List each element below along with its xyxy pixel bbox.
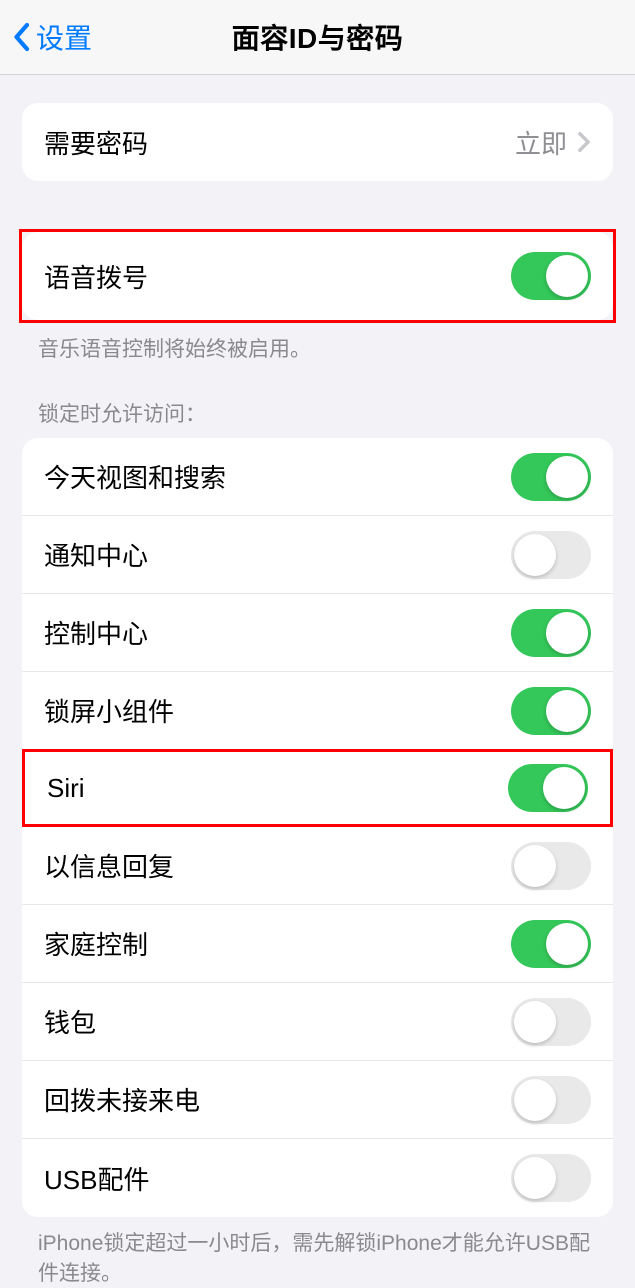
lock-screen-widgets-label: 锁屏小组件 [44, 692, 174, 729]
reply-with-message-label: 以信息回复 [44, 847, 174, 884]
voice-dial-toggle[interactable] [511, 252, 591, 300]
return-missed-calls-toggle[interactable] [511, 1076, 591, 1124]
back-chevron-icon [12, 22, 30, 52]
navigation-bar: 设置 面容ID与密码 [0, 0, 635, 75]
chevron-right-icon [577, 131, 591, 153]
usb-accessories-toggle[interactable] [511, 1154, 591, 1202]
require-passcode-row[interactable]: 需要密码 立即 [22, 103, 613, 181]
usb-accessories-row: USB配件 [22, 1139, 613, 1217]
reply-with-message-toggle[interactable] [511, 842, 591, 890]
home-control-row: 家庭控制 [22, 905, 613, 983]
require-passcode-group: 需要密码 立即 [22, 103, 613, 181]
back-button[interactable]: 设置 [12, 17, 92, 57]
home-control-label: 家庭控制 [44, 925, 148, 962]
voice-dial-label: 语音拨号 [44, 258, 148, 295]
notification-center-label: 通知中心 [44, 536, 148, 573]
wallet-row: 钱包 [22, 983, 613, 1061]
page-title: 面容ID与密码 [232, 17, 404, 57]
voice-dial-highlight: 语音拨号 [19, 229, 616, 323]
home-control-toggle[interactable] [511, 920, 591, 968]
siri-label: Siri [47, 773, 85, 804]
control-center-toggle[interactable] [511, 609, 591, 657]
reply-with-message-row: 以信息回复 [22, 827, 613, 905]
today-view-label: 今天视图和搜索 [44, 458, 226, 495]
notification-center-row: 通知中心 [22, 516, 613, 594]
siri-row: Siri [22, 749, 613, 827]
voice-dial-footer: 音乐语音控制将始终被启用。 [0, 323, 635, 364]
voice-dial-group: 语音拨号 [22, 232, 613, 320]
require-passcode-label: 需要密码 [44, 124, 148, 161]
return-missed-calls-row: 回拨未接来电 [22, 1061, 613, 1139]
notification-center-toggle[interactable] [511, 531, 591, 579]
lock-screen-widgets-toggle[interactable] [511, 687, 591, 735]
return-missed-calls-label: 回拨未接来电 [44, 1081, 200, 1118]
siri-toggle[interactable] [508, 764, 588, 812]
require-passcode-value: 立即 [515, 124, 567, 161]
lock-screen-widgets-row: 锁屏小组件 [22, 672, 613, 750]
voice-dial-row: 语音拨号 [22, 232, 613, 320]
control-center-row: 控制中心 [22, 594, 613, 672]
usb-accessories-label: USB配件 [44, 1160, 149, 1197]
today-view-row: 今天视图和搜索 [22, 438, 613, 516]
wallet-label: 钱包 [44, 1003, 96, 1040]
today-view-toggle[interactable] [511, 453, 591, 501]
wallet-toggle[interactable] [511, 998, 591, 1046]
control-center-label: 控制中心 [44, 614, 148, 651]
lock-access-group: 今天视图和搜索 通知中心 控制中心 锁屏小组件 Siri 以信息回复 家庭控制 [22, 438, 613, 1217]
back-label: 设置 [36, 17, 92, 57]
lock-access-header: 锁定时允许访问： [0, 398, 635, 438]
